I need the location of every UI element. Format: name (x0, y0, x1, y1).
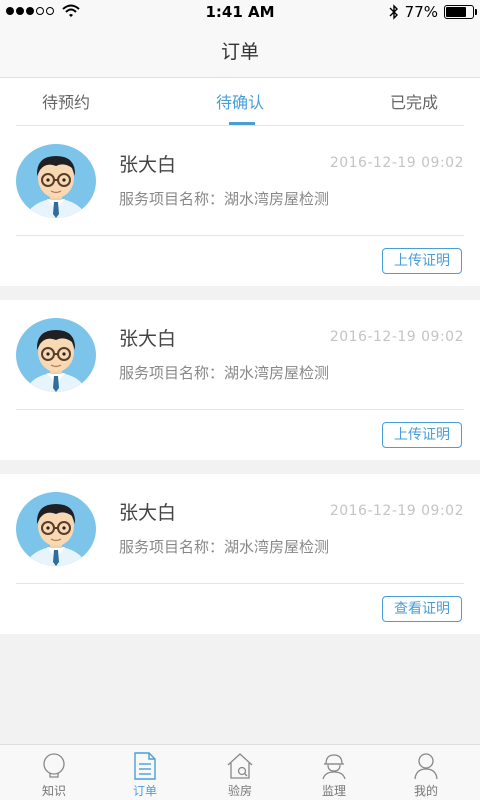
service-project: 服务项目名称：湖水湾房屋检测 (119, 364, 330, 382)
battery-icon (444, 5, 477, 19)
house-search-icon (227, 753, 253, 779)
tabbar-item-knowledge[interactable]: 知识 (6, 745, 102, 800)
tabbar-label: 我的 (413, 784, 438, 798)
tabbar-label: 验房 (227, 784, 252, 798)
lightbulb-icon (43, 753, 65, 778)
bluetooth-icon (389, 4, 398, 20)
order-card[interactable]: 张大白 2016-12-19 09:02 服务项目名称：湖水湾房屋检测 查看证明 (0, 474, 480, 634)
customer-name: 张大白 (119, 154, 177, 176)
avatar (16, 144, 96, 218)
status-right: 77% (389, 3, 477, 21)
customer-name: 张大白 (119, 328, 177, 350)
bottom-tab-bar: 知识 订单 验房 监理 我的 (0, 744, 480, 800)
page-title: 订单 (220, 41, 259, 63)
status-bar: 1:41 AM 77% (0, 0, 480, 24)
tabbar-item-mine[interactable]: 我的 (378, 745, 474, 800)
battery-percent: 77% (404, 3, 438, 21)
order-list: 张大白 2016-12-19 09:02 服务项目名称：湖水湾房屋检测 上传证明… (0, 126, 480, 648)
tabbar-item-orders[interactable]: 订单 (97, 745, 193, 800)
upload-proof-button[interactable]: 上传证明 (382, 248, 462, 274)
tabbar-label: 监理 (321, 784, 346, 798)
order-card[interactable]: 张大白 2016-12-19 09:02 服务项目名称：湖水湾房屋检测 上传证明 (0, 126, 480, 286)
active-tab-indicator (229, 122, 255, 125)
order-datetime: 2016-12-19 09:02 (329, 329, 464, 345)
view-proof-button[interactable]: 查看证明 (382, 596, 462, 622)
hardhat-worker-icon (322, 754, 346, 780)
service-project: 服务项目名称：湖水湾房屋检测 (119, 538, 330, 556)
tabbar-item-inspection[interactable]: 验房 (192, 745, 288, 800)
avatar (16, 318, 96, 392)
person-icon (414, 753, 438, 780)
tabbar-label: 订单 (132, 784, 157, 798)
service-project: 服务项目名称：湖水湾房屋检测 (119, 190, 330, 208)
nav-bar: 订单 (0, 24, 480, 78)
document-icon (134, 752, 156, 780)
order-card[interactable]: 张大白 2016-12-19 09:02 服务项目名称：湖水湾房屋检测 上传证明 (0, 300, 480, 460)
order-datetime: 2016-12-19 09:02 (329, 503, 464, 519)
upload-proof-button[interactable]: 上传证明 (382, 422, 462, 448)
customer-name: 张大白 (119, 502, 177, 524)
tab-completed[interactable]: 已完成 (390, 78, 438, 126)
avatar (16, 492, 96, 566)
tabbar-item-supervision[interactable]: 监理 (286, 745, 382, 800)
order-status-tabs: 待预约 待确认 已完成 (0, 78, 480, 126)
order-datetime: 2016-12-19 09:02 (329, 155, 464, 171)
tabbar-label: 知识 (41, 784, 66, 798)
